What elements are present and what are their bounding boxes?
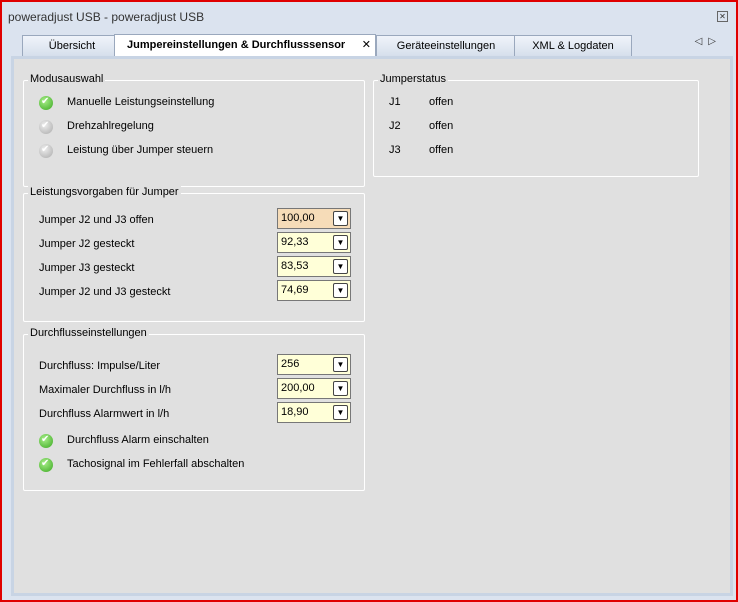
value: 18,90 [281, 406, 309, 418]
value: 200,00 [281, 382, 315, 394]
value-spinner[interactable]: 92,33 ▼ [277, 232, 351, 253]
jumper-state: offen [429, 144, 454, 156]
value-spinner[interactable]: 83,53 ▼ [277, 256, 351, 277]
tab-scroll-arrows[interactable]: ◁▷ [695, 36, 722, 47]
mode-label: Manuelle Leistungseinstellung [67, 96, 215, 108]
durchfluss-title: Durchflusseinstellungen [28, 327, 149, 339]
close-button[interactable]: ✕ [717, 11, 728, 22]
dropdown-icon[interactable]: ▼ [333, 283, 348, 298]
checkbox-tacho-icon[interactable] [39, 458, 53, 472]
jumperstatus-title: Jumperstatus [378, 73, 449, 85]
dropdown-icon[interactable]: ▼ [333, 211, 348, 226]
field-label: Durchfluss Alarmwert in l/h [39, 408, 170, 420]
value: 256 [281, 358, 300, 370]
mode-label: Drehzahlregelung [67, 120, 154, 132]
value: 92,33 [281, 236, 309, 248]
tab-geraeteeinstellungen[interactable]: Geräteeinstellungen [376, 35, 516, 56]
durchfluss-group: Durchflusseinstellungen Durchfluss: Impu… [23, 327, 365, 491]
tab-xml-logdaten[interactable]: XML & Logdaten [514, 35, 632, 56]
field-label: Jumper J2 gesteckt [39, 238, 135, 250]
value-spinner[interactable]: 74,69 ▼ [277, 280, 351, 301]
checkbox-label: Tachosignal im Fehlerfall abschalten [67, 458, 245, 470]
field-label: Durchfluss: Impulse/Liter [39, 360, 161, 372]
jumper-state: offen [429, 120, 454, 132]
radio-jumper-icon[interactable] [39, 144, 53, 158]
value-spinner[interactable]: 100,00 ▼ [277, 208, 351, 229]
field-label: Jumper J3 gesteckt [39, 262, 135, 274]
tab-label: Jumpereinstellungen & Durchflusssensor [127, 39, 346, 51]
checkbox-alarm-icon[interactable] [39, 434, 53, 448]
field-label: Jumper J2 und J3 gesteckt [39, 286, 171, 298]
dropdown-icon[interactable]: ▼ [333, 381, 348, 396]
leistung-group: Leistungsvorgaben für Jumper Jumper J2 u… [23, 186, 365, 322]
field-label: Jumper J2 und J3 offen [39, 214, 154, 226]
tab-content: Modusauswahl Manuelle Leistungseinstellu… [11, 56, 733, 596]
dropdown-icon[interactable]: ▼ [333, 259, 348, 274]
value-spinner[interactable]: 18,90 ▼ [277, 402, 351, 423]
modus-title: Modusauswahl [28, 73, 106, 85]
tab-uebersicht[interactable]: Übersicht [22, 35, 122, 56]
dropdown-icon[interactable]: ▼ [333, 357, 348, 372]
value: 83,53 [281, 260, 309, 272]
dropdown-icon[interactable]: ▼ [333, 235, 348, 250]
main-window: poweradjust USB - poweradjust USB ✕ Über… [0, 0, 738, 602]
checkbox-label: Durchfluss Alarm einschalten [67, 434, 209, 446]
jumper-name: J1 [389, 96, 401, 108]
jumper-name: J2 [389, 120, 401, 132]
window-title: poweradjust USB - poweradjust USB [8, 10, 205, 24]
jumper-state: offen [429, 96, 454, 108]
value: 74,69 [281, 284, 309, 296]
modus-group: Modusauswahl Manuelle Leistungseinstellu… [23, 73, 365, 187]
tab-close-icon[interactable]: ✕ [362, 35, 371, 55]
radio-manual-icon[interactable] [39, 96, 53, 110]
value-spinner[interactable]: 200,00 ▼ [277, 378, 351, 399]
field-label: Maximaler Durchfluss in l/h [39, 384, 172, 396]
value: 100,00 [281, 212, 315, 224]
leistung-title: Leistungsvorgaben für Jumper [28, 186, 181, 198]
radio-drehzahl-icon[interactable] [39, 120, 53, 134]
value-spinner[interactable]: 256 ▼ [277, 354, 351, 375]
jumper-name: J3 [389, 144, 401, 156]
jumperstatus-group: Jumperstatus J1 offen J2 offen J3 offen [373, 73, 699, 177]
tab-jumpereinstellungen[interactable]: Jumpereinstellungen & Durchflusssensor ✕ [114, 34, 376, 56]
dropdown-icon[interactable]: ▼ [333, 405, 348, 420]
mode-label: Leistung über Jumper steuern [67, 144, 214, 156]
